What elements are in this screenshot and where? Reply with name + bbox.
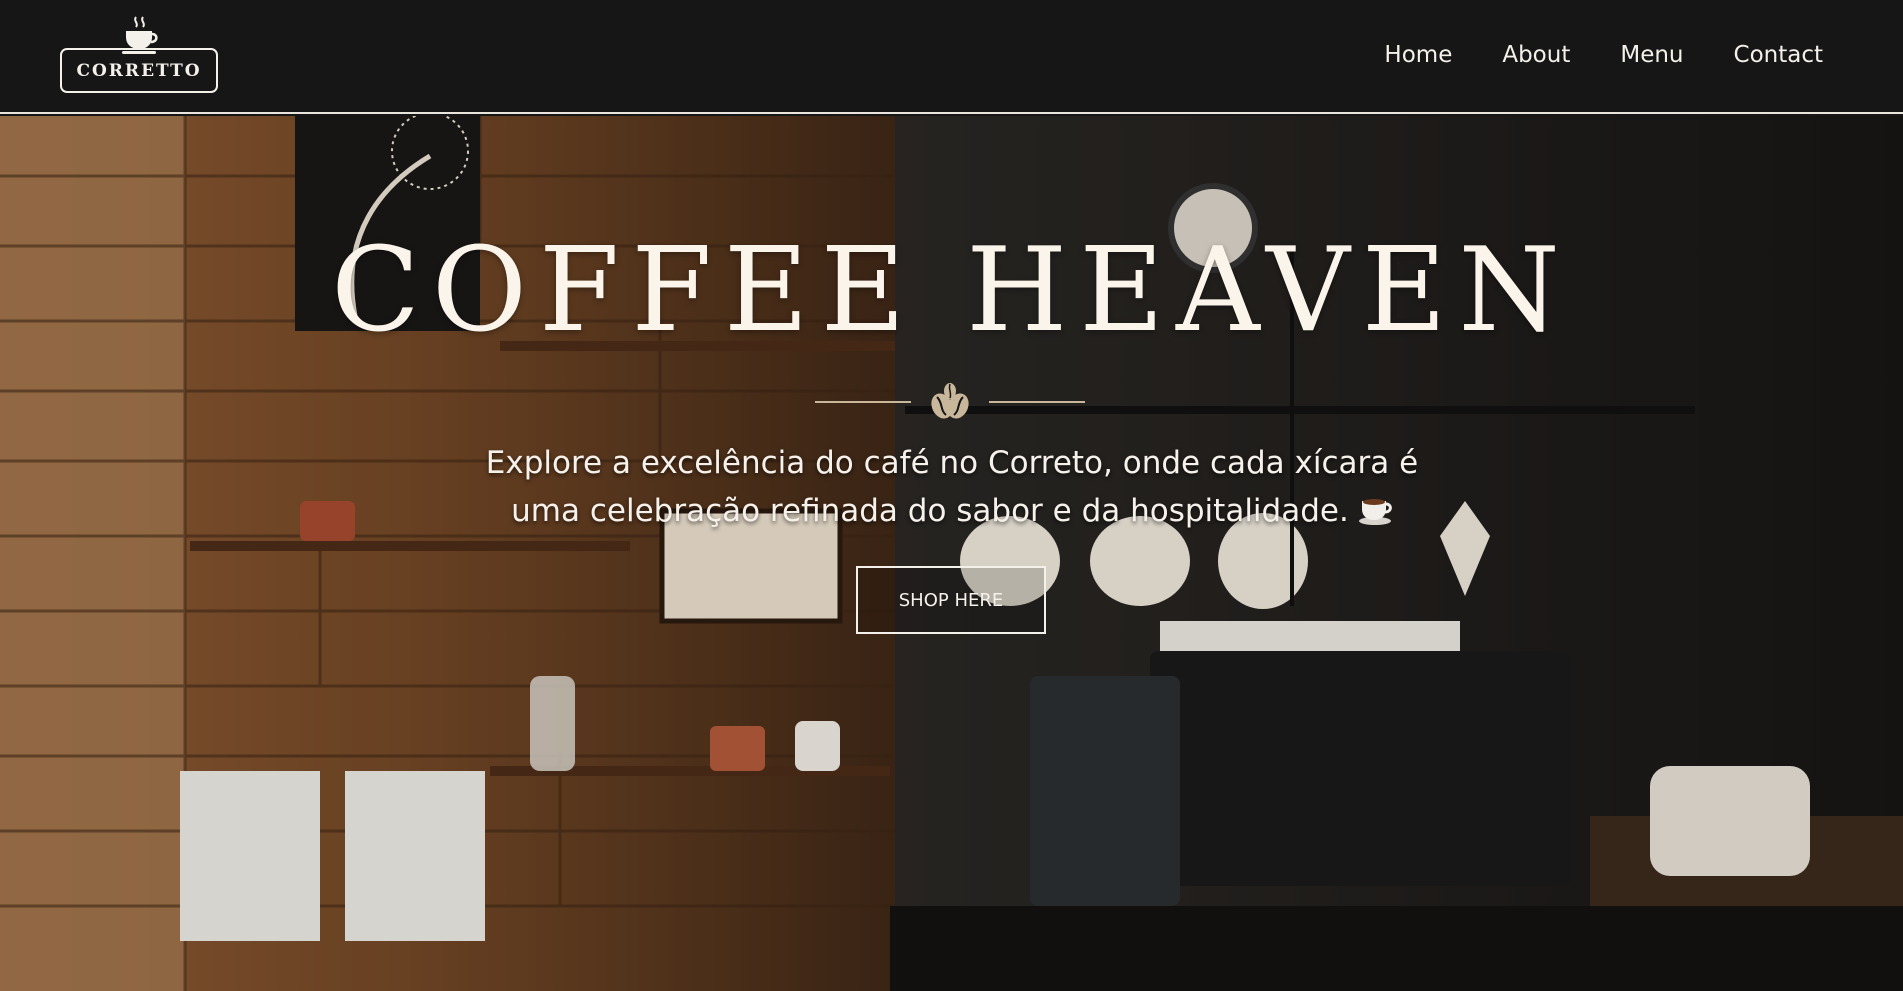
logo[interactable]: CORRETTO [59,15,220,95]
hero-title: COFFEE HEAVEN [331,223,1572,358]
nav-about-link[interactable]: About [1502,38,1570,72]
hero-subtitle-line1: Explore a excelência do café no Correto,… [485,445,1419,481]
divider-line-left [815,401,911,403]
main-nav: Home About Menu Contact [1384,38,1823,72]
divider-line-right [989,401,1085,403]
hot-beverage-emoji-icon [1358,499,1392,525]
logo-wordmark: CORRETTO [60,48,218,93]
nav-contact-link[interactable]: Contact [1734,38,1823,72]
nav-home-link[interactable]: Home [1384,38,1452,72]
hero-subtitle: Explore a excelência do café no Correto,… [452,439,1452,535]
shop-here-button[interactable]: SHOP HERE [856,566,1046,634]
coffee-beans-icon [931,383,969,419]
hero-section: COFFEE HEAVEN Explore a excelência do ca… [0,116,1903,991]
hero-subtitle-line2: uma celebração refinada do sabor e da ho… [511,493,1349,529]
site-header: CORRETTO Home About Menu Contact [0,0,1903,114]
title-divider [815,382,1085,422]
nav-menu-link[interactable]: Menu [1620,38,1683,72]
